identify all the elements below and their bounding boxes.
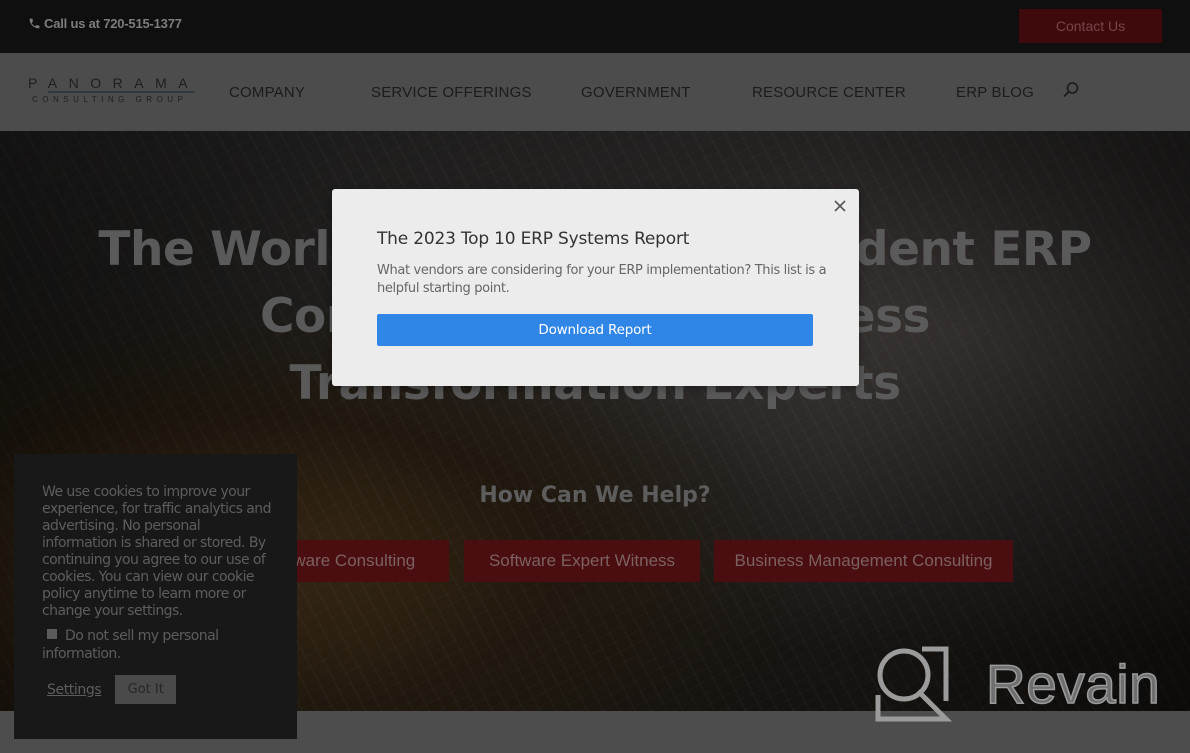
main-navigation: PANORAMA CONSULTING GROUP COMPANY SERVIC… [0, 53, 1190, 131]
cookie-actions: Settings Got It [47, 675, 177, 704]
phone-text: Call us at 720-515-1377 [44, 16, 182, 31]
revain-text: Revain [985, 652, 1161, 716]
revain-watermark: Revain [874, 645, 1164, 723]
close-modal-button[interactable] [831, 197, 849, 215]
top-bar: Call us at 720-515-1377 Contact Us [0, 0, 1190, 53]
cookie-settings-link[interactable]: Settings [47, 682, 102, 698]
service-button-expert-witness[interactable]: Software Expert Witness [464, 540, 700, 582]
download-report-button[interactable]: Download Report [377, 314, 813, 346]
search-icon[interactable] [1062, 81, 1080, 99]
do-not-sell-checkbox[interactable] [47, 629, 57, 639]
logo-divider [48, 91, 195, 93]
contact-us-button[interactable]: Contact Us [1019, 9, 1162, 43]
revain-logo-icon [875, 646, 953, 722]
nav-company[interactable]: COMPANY [229, 84, 305, 101]
modal-title: The 2023 Top 10 ERP Systems Report [377, 229, 690, 249]
close-icon [834, 200, 846, 212]
logo-bottom-text: CONSULTING GROUP [32, 95, 188, 104]
service-button-business-management[interactable]: Business Management Consulting [714, 540, 1013, 582]
nav-service-offerings[interactable]: SERVICE OFFERINGS [371, 84, 532, 101]
phone-contact[interactable]: Call us at 720-515-1377 [28, 16, 182, 31]
do-not-sell-option[interactable]: Do not sell my personal information. [42, 627, 275, 663]
phone-icon [29, 18, 40, 29]
do-not-sell-label: Do not sell my personal information. [42, 628, 219, 662]
nav-resource-center[interactable]: RESOURCE CENTER [752, 84, 906, 101]
nav-erp-blog[interactable]: ERP BLOG [956, 84, 1034, 101]
modal-description: What vendors are considering for your ER… [377, 263, 827, 296]
cookie-consent-banner: We use cookies to improve your experienc… [14, 454, 297, 739]
nav-government[interactable]: GOVERNMENT [581, 84, 691, 101]
cookie-text: We use cookies to improve your experienc… [42, 484, 271, 619]
logo-top-text: PANORAMA [28, 75, 200, 91]
panorama-logo[interactable]: PANORAMA CONSULTING GROUP [28, 76, 198, 112]
got-it-button[interactable]: Got It [115, 675, 177, 704]
report-modal: The 2023 Top 10 ERP Systems Report What … [332, 189, 859, 386]
